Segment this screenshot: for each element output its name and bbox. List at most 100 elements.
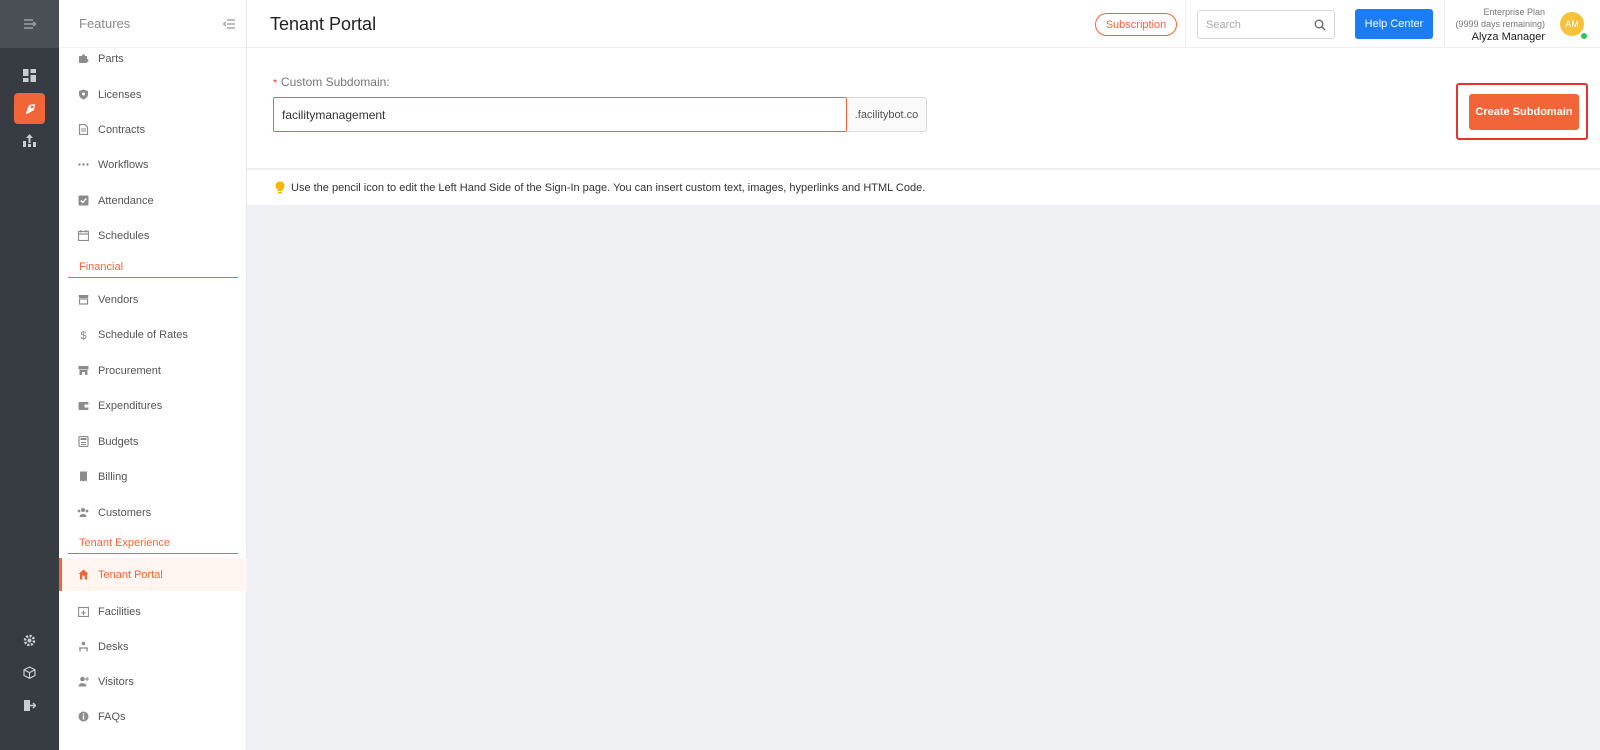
subdomain-label-text: Custom Subdomain [280, 75, 387, 89]
sidebar-item-parts[interactable]: Parts [59, 42, 247, 75]
check-square-icon [77, 195, 89, 207]
receipt-icon [77, 471, 89, 483]
subdomain-input[interactable] [273, 97, 847, 132]
plan-name: Enterprise Plan [1483, 7, 1545, 17]
sidebar-item-desks[interactable]: Desks [59, 630, 247, 663]
package-icon [23, 666, 36, 679]
tip-bar: Use the pencil icon to edit the Left Han… [247, 170, 1600, 205]
plan-days-remaining: (9999 days remaining) [1455, 19, 1545, 29]
sidebar-item-schedule-of-rates[interactable]: $ Schedule of Rates [59, 318, 247, 351]
header-divider [1185, 0, 1186, 48]
sidebar-item-label: Workflows [98, 158, 149, 171]
required-marker: * [273, 78, 277, 89]
sidebar-item-expenditures[interactable]: Expenditures [59, 389, 247, 422]
sidebar-item-label: Procurement [98, 364, 161, 377]
rail-reports-button[interactable] [14, 125, 45, 156]
dashboard-icon [23, 69, 36, 82]
page-title: Tenant Portal [270, 14, 377, 34]
sidebar-item-vendors[interactable]: Vendors [59, 283, 247, 316]
sidebar-item-tenant-portal[interactable]: Tenant Portal [59, 558, 247, 591]
section-financial: Financial [68, 256, 238, 278]
sidebar-item-procurement[interactable]: Procurement [59, 354, 247, 387]
subdomain-panel: *Custom Subdomain: .facilitybot.co Creat… [247, 48, 1600, 169]
sidebar-item-label: Schedule of Rates [98, 328, 188, 341]
app-rail [0, 0, 59, 750]
calendar-icon [77, 230, 89, 242]
sidebar-item-customers[interactable]: Customers [59, 496, 247, 529]
header-divider [1444, 0, 1445, 48]
home-icon [77, 569, 89, 581]
rail-menu-toggle[interactable] [0, 0, 59, 48]
section-tenant-experience: Tenant Experience [68, 532, 238, 554]
search-box [1197, 10, 1335, 39]
reports-icon [23, 134, 36, 147]
subdomain-label: * Custom Subdomain: [273, 75, 390, 89]
lightbulb-icon [275, 181, 285, 194]
top-header: Tenant Portal Subscription Help Center E… [247, 0, 1600, 48]
subdomain-suffix: .facilitybot.co [847, 97, 927, 132]
sidebar-item-budgets[interactable]: Budgets [59, 425, 247, 458]
sidebar-collapse-button[interactable] [220, 15, 238, 33]
help-center-button[interactable]: Help Center [1355, 9, 1433, 39]
wallet-icon [77, 400, 89, 412]
store-icon [77, 294, 89, 306]
create-subdomain-button[interactable]: Create Subdomain [1469, 94, 1579, 130]
collapse-sidebar-icon [223, 18, 235, 29]
sidebar-item-label: Licenses [98, 88, 142, 101]
user-name: Alyza Manager [1471, 31, 1545, 43]
rail-logout-button[interactable] [14, 690, 45, 721]
shield-icon [77, 89, 89, 101]
document-icon [77, 124, 89, 136]
sidebar-item-label: Contracts [98, 123, 146, 136]
sidebar-item-label: FAQs [98, 710, 126, 723]
rail-dashboard-button[interactable] [14, 60, 45, 91]
sidebar-item-label: Tenant Portal [98, 568, 163, 581]
sidebar-item-billing[interactable]: Billing [59, 460, 247, 493]
subscription-button[interactable]: Subscription [1095, 13, 1177, 36]
sidebar-item-faqs[interactable]: FAQs [59, 700, 247, 733]
desk-icon [77, 641, 89, 653]
search-icon[interactable] [1314, 19, 1326, 31]
rail-package-button[interactable] [14, 657, 45, 688]
sidebar-item-label: Expenditures [98, 399, 163, 412]
sidebar-item-label: Billing [98, 470, 128, 483]
rail-settings-button[interactable] [14, 625, 45, 656]
sidebar-item-label: Vendors [98, 293, 139, 306]
features-icon [25, 103, 35, 114]
sidebar-item-facilities[interactable]: Facilities [59, 595, 247, 628]
features-title: Features [79, 16, 131, 31]
shop-icon [77, 365, 89, 377]
sidebar-item-label: Attendance [98, 194, 154, 207]
visitor-icon [77, 676, 89, 688]
sidebar-item-label: Visitors [98, 675, 134, 688]
sidebar-item-schedules[interactable]: Schedules [59, 219, 247, 252]
tip-text: Use the pencil icon to edit the Left Han… [291, 181, 926, 194]
dollar-icon: $ [77, 329, 89, 341]
online-status-dot [1580, 32, 1588, 40]
search-input[interactable] [1206, 18, 1306, 31]
sidebar-item-label: Customers [98, 506, 152, 519]
plan-info[interactable]: Enterprise Plan (9999 days remaining) Al… [1455, 6, 1545, 45]
rail-features-button[interactable] [14, 93, 45, 124]
dots-icon [77, 159, 89, 171]
sidebar-item-contracts[interactable]: Contracts [59, 113, 247, 146]
sidebar-item-label: Parts [98, 52, 124, 65]
features-header: Features [59, 0, 246, 48]
sidebar-item-label: Facilities [98, 605, 141, 618]
sidebar-item-licenses[interactable]: Licenses [59, 78, 247, 111]
sidebar-item-workflows[interactable]: Workflows [59, 148, 247, 181]
sidebar-item-visitors[interactable]: Visitors [59, 665, 247, 698]
sidebar-item-label: Schedules [98, 229, 150, 242]
svg-text:$: $ [80, 330, 86, 340]
info-icon [77, 711, 89, 723]
features-sidebar: Features Parts Licenses Contracts Workfl… [59, 0, 247, 750]
settings-icon [23, 634, 36, 647]
puzzle-icon [77, 53, 89, 65]
calculator-icon [77, 436, 89, 448]
calendar-plus-icon [77, 606, 89, 618]
sidebar-item-attendance[interactable]: Attendance [59, 184, 247, 217]
logout-icon [24, 700, 36, 711]
collapse-menu-icon [23, 19, 37, 29]
team-icon [77, 507, 89, 519]
sidebar-item-label: Desks [98, 640, 129, 653]
